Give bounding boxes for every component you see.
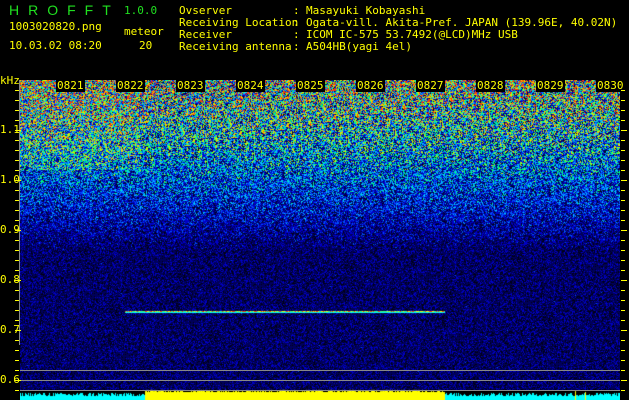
y-axis-tick bbox=[15, 390, 19, 391]
y-axis-tick bbox=[621, 360, 625, 361]
time-label: 0829 bbox=[536, 79, 565, 92]
y-axis-tick bbox=[621, 170, 625, 171]
app-title: HROFFT bbox=[9, 2, 120, 18]
y-axis-tick bbox=[15, 130, 21, 131]
y-axis-tick bbox=[15, 360, 19, 361]
y-axis-tick bbox=[15, 210, 19, 211]
y-axis-tick bbox=[621, 320, 625, 321]
y-axis-tick bbox=[15, 240, 19, 241]
y-axis-tick bbox=[15, 150, 19, 151]
y-axis-tick bbox=[621, 290, 625, 291]
y-axis-tick bbox=[15, 370, 19, 371]
y-axis-tick bbox=[621, 110, 625, 111]
y-axis-tick bbox=[15, 220, 19, 221]
y-axis-tick bbox=[621, 90, 625, 91]
info-sep: : bbox=[293, 40, 300, 53]
y-axis-unit: kHz bbox=[0, 74, 20, 87]
y-axis-tick bbox=[15, 320, 19, 321]
y-axis-tick bbox=[15, 250, 19, 251]
app-version: 1.0.0 bbox=[124, 4, 158, 17]
y-axis-tick bbox=[621, 230, 627, 231]
time-label: 0828 bbox=[476, 79, 505, 92]
y-axis-tick bbox=[15, 100, 19, 101]
y-axis-tick bbox=[15, 120, 19, 121]
y-axis-tick bbox=[621, 120, 625, 121]
y-axis-tick bbox=[15, 270, 19, 271]
y-axis-tick bbox=[621, 350, 625, 351]
y-axis-tick bbox=[15, 230, 21, 231]
y-axis-tick bbox=[15, 350, 19, 351]
time-label: 0826 bbox=[356, 79, 385, 92]
file-name: 1003020820.png bbox=[9, 20, 102, 33]
y-axis-tick bbox=[15, 170, 19, 171]
info-value-antenna: A504HB(yagi 4el) bbox=[306, 40, 412, 53]
y-axis-tick bbox=[621, 130, 627, 131]
y-axis-tick bbox=[621, 340, 625, 341]
y-axis-tick bbox=[15, 330, 21, 331]
y-axis-tick bbox=[15, 300, 19, 301]
y-axis-tick bbox=[621, 100, 625, 101]
y-axis-tick bbox=[621, 310, 625, 311]
meteor-count: 20 bbox=[139, 39, 153, 52]
y-axis-tick bbox=[15, 140, 19, 141]
y-axis-tick bbox=[621, 280, 627, 281]
time-label: 0823 bbox=[176, 79, 205, 92]
y-axis-tick bbox=[15, 380, 21, 381]
file-datetime: 10.03.02 08:20 bbox=[9, 39, 102, 52]
y-axis-tick bbox=[15, 160, 19, 161]
y-axis-tick bbox=[15, 340, 19, 341]
y-axis-tick bbox=[621, 140, 625, 141]
reference-line bbox=[20, 390, 620, 391]
y-axis-tick bbox=[621, 180, 627, 181]
time-label: 0825 bbox=[296, 79, 325, 92]
info-label-antenna: Receiving antenna bbox=[179, 40, 292, 53]
y-axis-tick bbox=[621, 390, 625, 391]
y-axis-tick bbox=[621, 300, 625, 301]
time-label: 0824 bbox=[236, 79, 265, 92]
y-axis-tick bbox=[621, 380, 627, 381]
y-axis-tick bbox=[621, 200, 625, 201]
y-axis-tick bbox=[621, 250, 625, 251]
time-label: 0822 bbox=[116, 79, 145, 92]
y-axis-tick bbox=[621, 220, 625, 221]
y-axis-tick bbox=[15, 290, 19, 291]
y-axis-tick bbox=[15, 280, 21, 281]
y-axis-tick bbox=[15, 260, 19, 261]
y-axis-tick bbox=[15, 200, 19, 201]
time-label: 0827 bbox=[416, 79, 445, 92]
y-axis-tick bbox=[621, 190, 625, 191]
y-axis-tick bbox=[15, 90, 19, 91]
y-axis-tick bbox=[621, 260, 625, 261]
y-axis-tick bbox=[621, 160, 625, 161]
y-axis-tick bbox=[15, 180, 21, 181]
meteor-label: meteor bbox=[124, 25, 164, 38]
axis-line bbox=[19, 80, 20, 345]
time-label: 0821 bbox=[56, 79, 85, 92]
y-axis-tick bbox=[15, 110, 19, 111]
y-axis-tick bbox=[621, 370, 625, 371]
y-axis-tick bbox=[15, 190, 19, 191]
y-axis-tick bbox=[621, 270, 625, 271]
y-axis-tick bbox=[621, 330, 627, 331]
reference-line bbox=[20, 370, 620, 371]
y-axis-tick bbox=[621, 240, 625, 241]
y-axis-tick bbox=[621, 210, 625, 211]
reference-line bbox=[20, 380, 620, 381]
y-axis-tick bbox=[621, 150, 625, 151]
y-axis-tick bbox=[15, 310, 19, 311]
spectrogram bbox=[20, 80, 620, 400]
